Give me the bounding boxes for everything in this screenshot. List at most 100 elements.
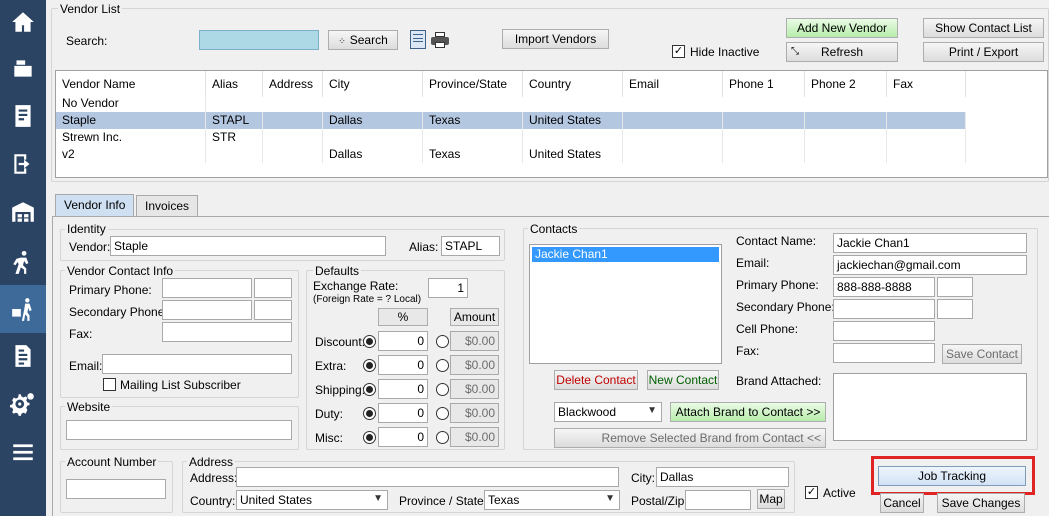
account-number-field[interactable] [66, 479, 166, 499]
brand-select[interactable]: Blackwood ▼ [554, 402, 662, 422]
vendor-name-field[interactable]: Staple [110, 236, 386, 256]
brand-attached-list[interactable] [833, 373, 1027, 441]
contact-primary-ext-field[interactable] [937, 277, 973, 297]
delete-contact-button[interactable]: Delete Contact [554, 370, 638, 390]
column-header[interactable]: City [323, 71, 423, 97]
column-header[interactable]: Fax [887, 71, 966, 97]
contact-name-field[interactable]: Jackie Chan1 [833, 233, 1027, 253]
tab-vendor-info[interactable]: Vendor Info [55, 194, 135, 217]
email-field[interactable] [102, 354, 292, 374]
active-checkbox[interactable]: ✓ [805, 486, 818, 499]
table-row[interactable]: v2 Dallas Texas United States [56, 146, 966, 163]
column-header[interactable]: Country [523, 71, 623, 97]
cancel-button[interactable]: Cancel [880, 493, 924, 513]
column-header[interactable]: Vendor Name [56, 71, 206, 97]
import-vendors-button[interactable]: Import Vendors [502, 29, 609, 49]
contact-cell-phone-field[interactable] [833, 321, 935, 341]
shipping-percent-radio[interactable] [363, 383, 376, 396]
discount-percent-field[interactable]: 0 [378, 331, 428, 351]
sidebar-warehouse[interactable] [0, 190, 46, 234]
sidebar-home[interactable] [0, 0, 46, 44]
table-row[interactable]: Staple STAPL Dallas Texas United States [56, 112, 966, 129]
list-item[interactable]: Jackie Chan1 [532, 247, 719, 262]
fax-field[interactable] [162, 322, 292, 342]
primary-phone-ext-field[interactable] [254, 278, 292, 298]
secondary-phone-field[interactable] [162, 300, 252, 320]
column-header[interactable]: Province/State [423, 71, 523, 97]
search-button[interactable]: ⁘ Search [328, 30, 398, 50]
copy-icon[interactable] [410, 30, 426, 49]
city-field[interactable]: Dallas [656, 467, 789, 487]
map-button[interactable]: Map [757, 489, 785, 509]
postal-field[interactable] [685, 490, 751, 510]
table-row[interactable]: Strewn Inc. STR [56, 129, 966, 146]
alias-field[interactable]: STAPL [441, 236, 500, 256]
cell-province: Texas [423, 112, 523, 129]
contact-email-field[interactable]: jackiechan@gmail.com [833, 255, 1027, 275]
secondary-phone-label: Secondary Phone: [69, 305, 168, 319]
extra-amount-radio[interactable] [436, 359, 449, 372]
column-header[interactable]: Phone 1 [723, 71, 805, 97]
country-select[interactable]: United States ▼ [236, 490, 388, 510]
province-select[interactable]: Texas ▼ [484, 490, 620, 510]
misc-percent-radio[interactable] [363, 431, 376, 444]
extra-amount-field[interactable]: $0.00 [450, 355, 499, 375]
website-field[interactable] [66, 420, 292, 440]
duty-amount-radio[interactable] [436, 407, 449, 420]
extra-percent-radio[interactable] [363, 359, 376, 372]
duty-percent-radio[interactable] [363, 407, 376, 420]
search-label: Search: [66, 34, 108, 48]
column-header[interactable]: Email [623, 71, 723, 97]
contact-primary-phone-field[interactable]: 888-888-8888 [833, 277, 935, 297]
misc-amount-field[interactable]: $0.00 [450, 427, 499, 447]
show-contact-list-button[interactable]: Show Contact List [923, 18, 1044, 38]
sidebar-customers[interactable] [0, 240, 46, 284]
address-field[interactable] [236, 467, 619, 487]
mailing-list-checkbox[interactable] [103, 378, 116, 391]
shipping-amount-radio[interactable] [436, 383, 449, 396]
city-label: City: [631, 471, 655, 485]
sidebar-reports[interactable] [0, 334, 46, 378]
contacts-list[interactable]: Jackie Chan1 [529, 244, 722, 364]
misc-percent-field[interactable]: 0 [378, 427, 428, 447]
misc-amount-radio[interactable] [436, 431, 449, 444]
discount-amount-field[interactable]: $0.00 [450, 331, 499, 351]
contact-fax-field[interactable] [833, 343, 935, 363]
table-row[interactable]: No Vendor [56, 95, 966, 112]
column-header[interactable]: Alias [206, 71, 263, 97]
discount-percent-radio[interactable] [363, 335, 376, 348]
print-export-button[interactable]: Print / Export [923, 42, 1044, 62]
printer-icon[interactable] [431, 32, 449, 48]
duty-percent-field[interactable]: 0 [378, 403, 428, 423]
refresh-button[interactable]: ⤡ Refresh [786, 42, 898, 62]
contact-secondary-ext-field[interactable] [937, 299, 973, 319]
search-input[interactable] [199, 30, 319, 50]
chevron-down-icon: ▼ [373, 493, 383, 504]
extra-percent-field[interactable]: 0 [378, 355, 428, 375]
save-changes-button[interactable]: Save Changes [937, 493, 1025, 513]
discount-amount-radio[interactable] [436, 335, 449, 348]
attach-brand-button[interactable]: Attach Brand to Contact >> [670, 402, 826, 422]
column-header[interactable]: Phone 2 [805, 71, 887, 97]
contact-secondary-phone-field[interactable] [833, 299, 935, 319]
column-header[interactable]: Address [263, 71, 323, 97]
remove-brand-button[interactable]: Remove Selected Brand from Contact << [554, 428, 826, 448]
sidebar-menu[interactable] [0, 430, 46, 474]
sidebar-register[interactable] [0, 46, 46, 90]
hide-inactive-checkbox[interactable]: ✓ [672, 45, 685, 58]
duty-amount-field[interactable]: $0.00 [450, 403, 499, 423]
menu-icon [13, 444, 33, 461]
sidebar-settings[interactable] [0, 382, 46, 426]
new-contact-button[interactable]: New Contact [647, 370, 719, 390]
shipping-percent-field[interactable]: 0 [378, 379, 428, 399]
save-contact-button[interactable]: Save Contact [942, 344, 1022, 364]
secondary-phone-ext-field[interactable] [254, 300, 292, 320]
sidebar-receipt[interactable] [0, 94, 46, 138]
exchange-rate-field[interactable]: 1 [428, 278, 468, 298]
add-new-vendor-button[interactable]: Add New Vendor [786, 18, 898, 38]
primary-phone-field[interactable] [162, 278, 252, 298]
tab-invoices[interactable]: Invoices [136, 195, 199, 217]
sidebar-exit[interactable] [0, 142, 46, 186]
shipping-amount-field[interactable]: $0.00 [450, 379, 499, 399]
sidebar-vendors[interactable] [0, 285, 46, 333]
